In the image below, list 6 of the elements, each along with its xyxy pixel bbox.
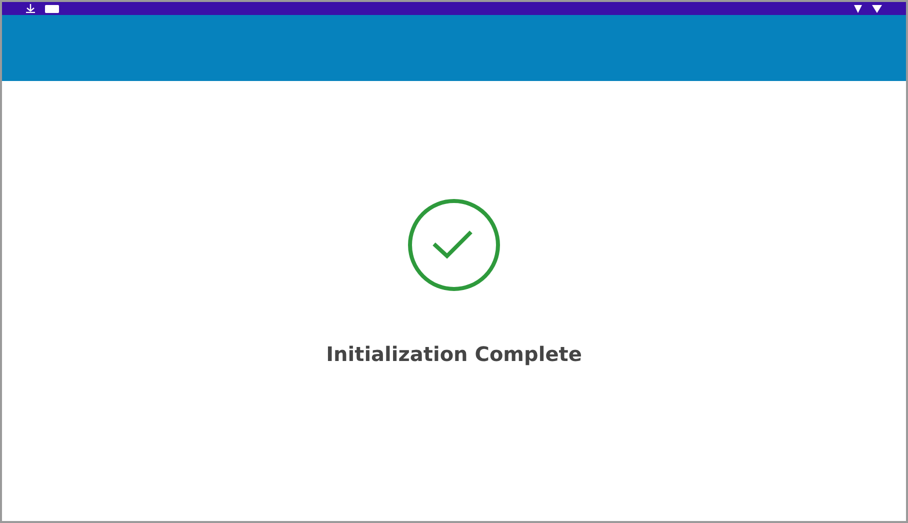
signal-icon: [854, 4, 862, 12]
wifi-icon: [872, 4, 882, 12]
download-icon: [26, 4, 35, 13]
checkmark-circle-icon: [407, 198, 501, 292]
image-icon: [45, 4, 59, 12]
status-message: Initialization Complete: [326, 342, 582, 366]
